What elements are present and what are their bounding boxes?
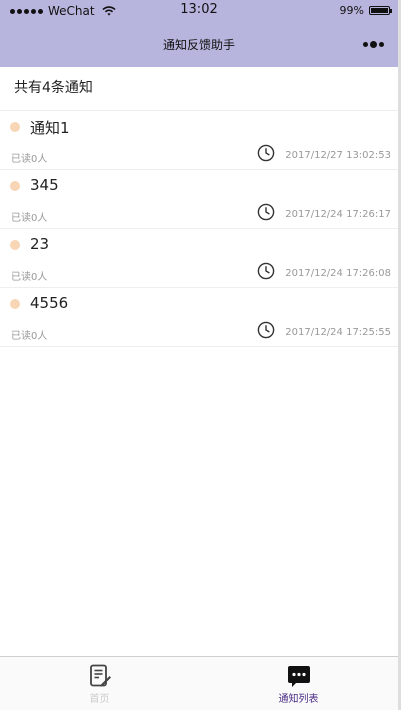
read-count: 已读0人	[11, 213, 48, 224]
tab-bar: 首页 通知列表	[0, 656, 398, 710]
nav-title: 通知反馈助手	[162, 38, 235, 52]
battery-group: 99%	[339, 4, 392, 17]
clock-icon	[257, 321, 275, 339]
status-bar: WeChat 13:02 99%	[0, 0, 398, 22]
bullet-dot-icon	[10, 181, 20, 191]
bullet-dot-icon	[10, 240, 20, 250]
read-count: 已读0人	[11, 154, 48, 165]
notice-count-summary: 共有4条通知	[0, 67, 398, 111]
notice-item[interactable]: 23 已读0人 2017/12/24 17:26:08	[0, 229, 398, 288]
edit-note-icon	[89, 664, 111, 687]
clock-icon	[257, 203, 275, 221]
bullet-dot-icon	[10, 299, 20, 309]
notice-title: 345	[30, 176, 59, 194]
more-options-icon[interactable]	[363, 41, 384, 48]
tab-home[interactable]: 首页	[0, 657, 199, 710]
notice-item[interactable]: 4556 已读0人 2017/12/24 17:25:55	[0, 288, 398, 347]
notice-title: 4556	[30, 294, 69, 312]
clock-icon	[257, 262, 275, 280]
notice-item[interactable]: 通知1 已读0人 2017/12/27 13:02:53	[0, 111, 398, 170]
notice-timestamp: 2017/12/27 13:02:53	[285, 150, 391, 161]
notice-item[interactable]: 345 已读0人 2017/12/24 17:26:17	[0, 170, 398, 229]
read-count: 已读0人	[11, 331, 48, 342]
chat-bubble-icon	[287, 666, 310, 687]
notice-timestamp: 2017/12/24 17:25:55	[285, 327, 391, 338]
notice-timestamp: 2017/12/24 17:26:17	[285, 209, 391, 220]
battery-icon	[369, 6, 392, 15]
status-time: 13:02	[180, 2, 218, 17]
bullet-dot-icon	[10, 122, 20, 132]
read-count: 已读0人	[11, 272, 48, 283]
battery-percent: 99%	[339, 4, 364, 17]
tab-notice-list[interactable]: 通知列表	[199, 657, 398, 710]
phone-screen: WeChat 13:02 99% 通知反馈助手 共有4条通知 通知1 已读0人 …	[0, 0, 401, 710]
notice-title: 通知1	[30, 119, 70, 137]
tab-label-notice-list: 通知列表	[278, 694, 319, 705]
notice-timestamp: 2017/12/24 17:26:08	[285, 268, 391, 279]
top-bar: WeChat 13:02 99% 通知反馈助手	[0, 0, 398, 67]
notice-title: 23	[30, 235, 50, 253]
tab-label-home: 首页	[89, 694, 110, 705]
clock-icon	[257, 144, 275, 162]
